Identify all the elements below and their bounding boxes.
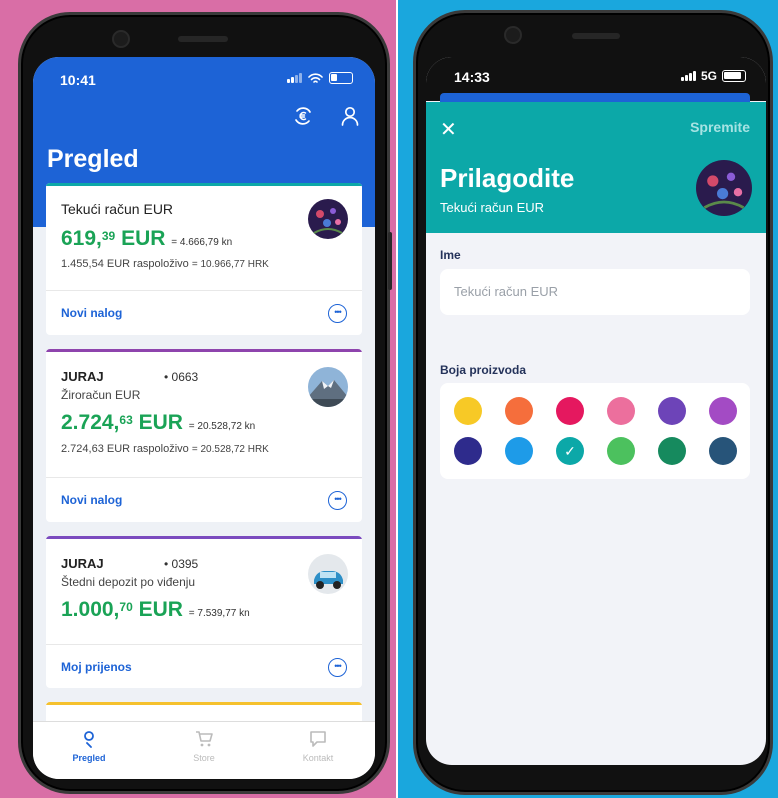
- account-avatar: [308, 367, 348, 407]
- available-balance: 2.724,63 EUR raspoloživo = 20.528,72 HRK: [61, 443, 269, 455]
- color-swatch[interactable]: [556, 397, 584, 425]
- account-holder: JURAJ: [61, 369, 104, 384]
- account-card[interactable]: Tekući račun EUR 619,39 EUR = 4.666,79 k…: [46, 183, 362, 335]
- speaker-grille: [178, 36, 228, 42]
- card-stripe: [46, 349, 362, 352]
- page-title: Pregled: [47, 145, 139, 173]
- tab-label: Kontakt: [302, 753, 334, 763]
- color-swatch[interactable]: [709, 437, 737, 465]
- close-icon[interactable]: ✕: [440, 117, 457, 142]
- name-input[interactable]: Tekući račun EUR: [440, 269, 750, 315]
- front-camera: [504, 26, 522, 44]
- page-subtitle: Tekući račun EUR: [440, 200, 545, 215]
- color-swatch[interactable]: [505, 437, 533, 465]
- status-bar: 10:41: [33, 57, 375, 101]
- account-balance: 619,39 EUR = 4.666,79 kn: [61, 227, 233, 250]
- color-swatch[interactable]: [454, 437, 482, 465]
- tab-label: Store: [193, 753, 215, 763]
- name-label: Ime: [440, 248, 461, 262]
- signal-icon: [287, 73, 302, 83]
- side-button: [388, 232, 392, 290]
- color-palette: ✓: [440, 383, 750, 479]
- color-swatch[interactable]: [505, 397, 533, 425]
- available-balance: 1.455,54 EUR raspoloživo = 10.966,77 HRK: [61, 258, 269, 270]
- tab-label: Pregled: [72, 753, 106, 763]
- right-screen: 14:33 5G ✕ Spremite Prilagodite Tekući r…: [426, 57, 766, 765]
- account-type: Štedni depozit po viđenju: [61, 575, 196, 589]
- my-transfer-link[interactable]: Moj prijenos: [61, 660, 132, 674]
- account-avatar[interactable]: [696, 160, 752, 216]
- battery-icon: [722, 70, 746, 82]
- pin-icon: [84, 731, 94, 748]
- left-screen: 10:41 Pregled Tekući račun EUR 619,39 EU…: [33, 57, 375, 779]
- card-stripe: [46, 536, 362, 539]
- network-label: 5G: [700, 69, 717, 83]
- card-stripe: [46, 702, 362, 705]
- account-number: • 0663: [164, 370, 199, 384]
- account-card[interactable]: JURAJ • 0663 Žiroračun EUR 2.724,63 EUR …: [46, 349, 362, 522]
- account-avatar: [308, 199, 348, 239]
- account-name: Tekući račun EUR: [61, 201, 174, 217]
- color-swatch[interactable]: [454, 397, 482, 425]
- image-divider: [396, 0, 398, 798]
- currency-exchange-icon[interactable]: [293, 105, 313, 127]
- status-time: 14:33: [454, 69, 490, 85]
- account-holder: JURAJ: [61, 556, 104, 571]
- cart-icon: [196, 731, 213, 747]
- tab-pregled[interactable]: Pregled: [49, 730, 129, 763]
- card-stripe: [46, 183, 362, 186]
- battery-icon: [329, 72, 353, 84]
- color-swatch[interactable]: [658, 397, 686, 425]
- check-icon: ✓: [564, 443, 576, 459]
- status-time: 10:41: [60, 72, 96, 88]
- account-balance: 2.724,63 EUR = 20.528,72 kn: [61, 411, 256, 434]
- tab-store[interactable]: Store: [164, 730, 244, 763]
- color-swatch[interactable]: ✓: [556, 437, 584, 465]
- account-number: • 0395: [164, 557, 199, 571]
- color-swatch[interactable]: [607, 437, 635, 465]
- more-options-icon[interactable]: •••: [328, 658, 347, 677]
- color-label: Boja proizvoda: [440, 363, 527, 377]
- page-title: Prilagodite: [440, 163, 575, 193]
- account-type: Žiroračun EUR: [61, 388, 141, 402]
- card-divider: [46, 644, 362, 645]
- signal-icon: [680, 71, 696, 81]
- more-options-icon[interactable]: •••: [328, 491, 347, 510]
- bottom-tab-bar: Pregled Store Kontakt: [33, 721, 375, 779]
- color-swatch[interactable]: [607, 397, 635, 425]
- chat-icon: [310, 731, 326, 747]
- card-divider: [46, 290, 362, 291]
- color-swatch[interactable]: [709, 397, 737, 425]
- save-button[interactable]: Spremite: [690, 119, 750, 135]
- new-order-link[interactable]: Novi nalog: [61, 306, 122, 320]
- tab-kontakt[interactable]: Kontakt: [278, 730, 358, 763]
- front-camera: [112, 30, 130, 48]
- account-card[interactable]: JURAJ • 0395 Štedni depozit po viđenju 1…: [46, 536, 362, 688]
- profile-icon[interactable]: [340, 105, 360, 127]
- speaker-grille: [572, 33, 620, 39]
- account-avatar: [308, 554, 348, 594]
- color-swatch[interactable]: [658, 437, 686, 465]
- more-options-icon[interactable]: •••: [328, 304, 347, 323]
- new-order-link[interactable]: Novi nalog: [61, 493, 122, 507]
- wifi-icon: [308, 72, 323, 83]
- account-balance: 1.000,70 EUR = 7.539,77 kn: [61, 598, 250, 621]
- card-divider: [46, 477, 362, 478]
